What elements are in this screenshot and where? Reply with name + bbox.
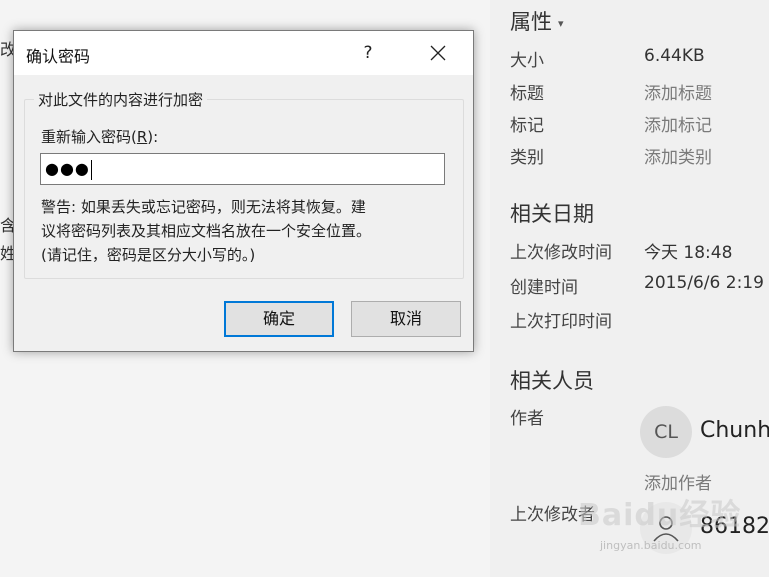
date-value-created: 2015/6/6 2:19 (644, 273, 764, 293)
warning-line: 议将密码列表及其相应文档名放在一个安全位置。 (41, 222, 372, 240)
add-tag-field[interactable]: 添加标记 (644, 111, 712, 136)
properties-heading-label: 属性 (510, 10, 552, 34)
date-value-modified: 今天 18:48 (644, 243, 733, 263)
date-label: 上次修改时间 (510, 243, 612, 263)
password-mask: ●●● (45, 159, 90, 178)
add-category-field[interactable]: 添加类别 (644, 143, 712, 168)
group-title: 对此文件的内容进行加密 (34, 89, 208, 110)
ok-button[interactable]: 确定 (224, 301, 334, 337)
cancel-button[interactable]: 取消 (351, 301, 461, 337)
date-label: 创建时间 (510, 278, 578, 298)
warning-line: 警告: 如果丢失或忘记密码，则无法将其恢复。建 (41, 198, 366, 216)
confirm-password-dialog: 确认密码 ? 对此文件的内容进行加密 重新输入密码(R): ●●● 警告: 如果… (13, 30, 474, 352)
property-label: 标题 (510, 84, 544, 104)
label-prefix: 重新输入密码( (41, 128, 137, 146)
warning-line: (请记住，密码是区分大小写的。) (41, 246, 256, 264)
property-label: 类别 (510, 148, 544, 168)
text-caret (90, 159, 92, 180)
help-button[interactable]: ? (356, 39, 380, 67)
close-button[interactable] (422, 39, 454, 67)
author-name[interactable]: Chunh (700, 418, 769, 443)
chevron-down-icon[interactable]: ▾ (558, 17, 564, 30)
reenter-password-label: 重新输入密码(R): (41, 126, 158, 147)
password-input[interactable]: ●●● (40, 153, 445, 185)
property-label: 大小 (510, 51, 544, 71)
label-suffix: ): (147, 128, 159, 146)
watermark-url: jingyan.baidu.com (600, 539, 702, 552)
accelerator-key: R (136, 128, 148, 146)
people-heading: 相关人员 (510, 369, 594, 393)
watermark: Baidu经验 (578, 498, 742, 533)
author-avatar[interactable]: CL (640, 406, 692, 458)
dialog-title: 确认密码 (26, 47, 91, 66)
author-label: 作者 (510, 409, 544, 429)
close-icon (430, 45, 446, 61)
date-label: 上次打印时间 (510, 312, 612, 332)
property-label: 标记 (510, 116, 544, 136)
dates-heading: 相关日期 (510, 202, 594, 226)
warning-text: 警告: 如果丢失或忘记密码，则无法将其恢复。建 议将密码列表及其相应文档名放在一… (41, 195, 441, 267)
properties-heading[interactable]: 属性 ▾ (510, 6, 564, 36)
add-title-field[interactable]: 添加标题 (644, 79, 712, 104)
property-value-size: 6.44KB (644, 46, 705, 66)
dialog-titlebar[interactable]: 确认密码 ? (14, 31, 473, 75)
